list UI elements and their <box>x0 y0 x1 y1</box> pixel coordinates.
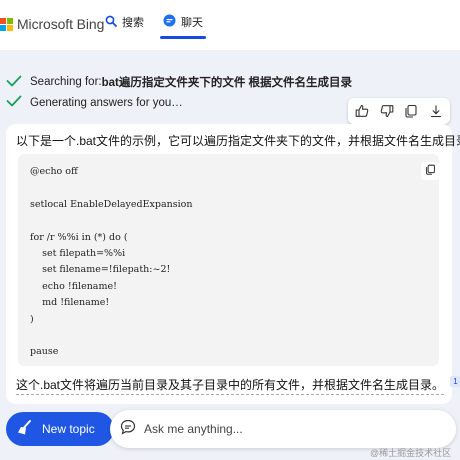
search-status-query: bat遍历指定文件夹下的文件 根据文件名生成目录 <box>101 77 353 89</box>
chat-input-icon <box>120 419 136 440</box>
code-line: for /r %%i in (*) do ( <box>30 231 128 243</box>
code-line: set filename=!filepath:~2! <box>30 264 171 276</box>
code-line: setlocal EnableDelayedExpansion <box>30 198 193 210</box>
code-line: md !filename! <box>30 297 110 309</box>
tab-chat-label: 聊天 <box>181 17 203 29</box>
thumbs-down-icon[interactable] <box>376 100 398 122</box>
thumbs-up-icon[interactable] <box>351 100 373 122</box>
response-actions <box>348 98 450 124</box>
broom-icon <box>16 419 34 440</box>
code-block: @echo off setlocal EnableDelayedExpansio… <box>18 154 439 366</box>
bing-logo[interactable]: Microsoft Bing <box>0 16 104 32</box>
code-line: ) <box>30 313 34 325</box>
tab-search[interactable]: 搜索 <box>105 14 144 30</box>
code-line: set filepath=%%i <box>30 247 126 259</box>
search-status: Searching for: bat遍历指定文件夹下的文件 根据文件名生成目录 <box>6 74 352 90</box>
code-content: @echo off setlocal EnableDelayedExpansio… <box>30 164 193 361</box>
new-topic-button[interactable]: New topic <box>6 412 114 446</box>
chat-input-box[interactable] <box>110 410 456 448</box>
copy-code-button[interactable] <box>421 162 439 180</box>
new-topic-label: New topic <box>42 422 95 436</box>
chat-bubble-icon <box>163 14 176 30</box>
code-line: echo !filename! <box>30 280 117 292</box>
citation-link[interactable]: 1 <box>450 376 460 387</box>
microsoft-logo-icon <box>0 17 13 31</box>
copy-icon[interactable] <box>400 100 422 122</box>
answer-intro: 以下是一个.bat文件的示例，它可以遍历指定文件夹下的文件，并根据文件名生成目录… <box>16 134 460 148</box>
copy-icon <box>425 162 436 180</box>
ask-input[interactable] <box>144 422 424 436</box>
download-icon[interactable] <box>425 100 447 122</box>
answer-bubble: 以下是一个.bat文件的示例，它可以遍历指定文件夹下的文件，并根据文件名生成目录… <box>6 124 460 404</box>
answer-summary: 这个.bat文件将遍历当前目录及其子目录中的所有文件，并根据文件名生成目录。 1 <box>16 376 460 395</box>
code-line: pause <box>30 346 59 358</box>
check-icon <box>6 95 22 110</box>
watermark: @稀土掘金技术社区 <box>370 448 452 458</box>
top-header: Microsoft Bing 搜索 聊天 <box>0 0 460 50</box>
tab-chat[interactable]: 聊天 <box>163 14 203 30</box>
active-tab-indicator <box>160 36 206 39</box>
search-icon <box>105 15 117 30</box>
search-status-prefix: Searching for: <box>30 76 102 88</box>
brand-name: Microsoft Bing <box>17 16 105 32</box>
generating-status-text: Generating answers for you… <box>30 96 183 109</box>
summary-text: 这个.bat文件将遍历当前目录及其子目录中的所有文件，并根据文件名生成目录。 <box>16 376 445 395</box>
generating-status: Generating answers for you… <box>6 95 183 110</box>
tab-search-label: 搜索 <box>122 17 144 29</box>
check-icon <box>6 75 22 90</box>
code-line: @echo off <box>30 166 78 177</box>
